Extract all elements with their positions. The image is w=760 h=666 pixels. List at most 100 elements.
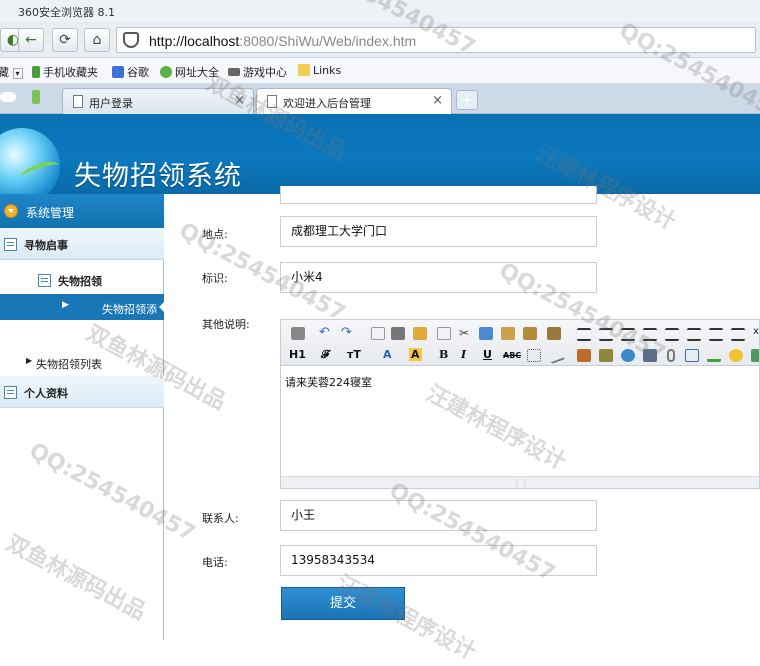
phone-icon bbox=[32, 66, 40, 78]
window-title: 360安全浏览器 8.1 bbox=[18, 6, 115, 19]
new-tab-button[interactable]: + bbox=[456, 90, 478, 110]
back-button[interactable]: ← bbox=[18, 28, 44, 52]
sidebar-group-lost-found[interactable]: 寻物启事 bbox=[0, 228, 164, 260]
subscript-icon[interactable]: x bbox=[753, 326, 759, 339]
italic-button[interactable]: I bbox=[461, 348, 466, 361]
emoticon-icon[interactable] bbox=[729, 349, 743, 362]
list-icon bbox=[4, 238, 17, 251]
rich-text-editor[interactable]: ↶ ↷ ✂ x H1 𝓕 тT A A B I U ABC 请来芙蓉224寝室 … bbox=[280, 319, 760, 489]
print-icon[interactable] bbox=[391, 327, 405, 340]
tab-bar: 用户登录 × 欢迎进入后台管理 × + bbox=[0, 84, 760, 114]
attachment-icon[interactable] bbox=[667, 349, 675, 362]
align-left-icon[interactable] bbox=[577, 328, 591, 341]
window-titlebar: 360安全浏览器 8.1 bbox=[0, 0, 760, 22]
sidebar-group-profile[interactable]: 个人资料 bbox=[0, 376, 164, 408]
document-icon bbox=[267, 95, 277, 108]
bold-button[interactable]: B bbox=[439, 348, 448, 361]
url-input[interactable]: http://localhost:8080/ShiWu/Web/index.ht… bbox=[116, 27, 756, 53]
bookmark-item[interactable]: 谷歌 bbox=[112, 64, 149, 80]
gamepad-icon bbox=[228, 68, 240, 76]
strikethrough-button[interactable]: ABC bbox=[503, 351, 521, 360]
cloud-icon[interactable] bbox=[0, 92, 16, 102]
location-input[interactable]: 成都理工大学门口 bbox=[280, 216, 597, 247]
document-icon bbox=[73, 95, 83, 108]
font-family-select[interactable]: 𝓕 bbox=[321, 348, 329, 362]
phone-input[interactable]: 13958343534 bbox=[280, 545, 597, 576]
bookmark-item[interactable]: Links bbox=[298, 64, 341, 77]
audio-icon[interactable] bbox=[643, 349, 657, 362]
sidebar-item-lost-found-list[interactable]: ▶ 失物招领列表 bbox=[0, 350, 164, 374]
folder-icon bbox=[298, 64, 310, 76]
selection-notch bbox=[159, 301, 165, 313]
paste-word-icon[interactable] bbox=[547, 327, 561, 340]
previous-input-field[interactable] bbox=[280, 186, 597, 204]
address-bar: ◐ ← ⟳ ⌂ http://localhost:8080/ShiWu/Web/… bbox=[0, 22, 760, 58]
collapse-icon[interactable] bbox=[4, 204, 18, 218]
editor-toolbar: ↶ ↷ ✂ x H1 𝓕 тT A A B I U ABC bbox=[281, 320, 759, 366]
undo-icon[interactable]: ↶ bbox=[319, 326, 333, 340]
highlight-color-button[interactable]: A bbox=[409, 348, 422, 361]
sidebar-item-add-lost-found[interactable]: ▶ 失物招领添 bbox=[0, 294, 165, 320]
dropdown-icon[interactable]: ▾ bbox=[12, 68, 23, 79]
contact-input[interactable]: 小王 bbox=[280, 500, 597, 531]
select-all-icon[interactable] bbox=[527, 349, 541, 362]
ordered-list-icon[interactable] bbox=[665, 328, 679, 341]
url-text: http://localhost:8080/ShiWu/Web/index.ht… bbox=[149, 33, 417, 49]
image-icon[interactable] bbox=[577, 349, 591, 362]
font-size-select[interactable]: тT bbox=[347, 348, 361, 361]
align-right-icon[interactable] bbox=[621, 328, 635, 341]
home-button[interactable]: ⌂ bbox=[84, 28, 110, 52]
media-icon[interactable] bbox=[621, 349, 635, 362]
bookmark-item[interactable]: 藏 ▾ bbox=[0, 64, 23, 80]
map-icon[interactable] bbox=[751, 349, 759, 362]
tab-user-login[interactable]: 用户登录 × bbox=[62, 88, 254, 114]
sidebar-section-header[interactable]: 系统管理 bbox=[0, 194, 164, 228]
resize-handle-icon[interactable]: ⋮⋮ bbox=[281, 476, 759, 488]
justify-icon[interactable] bbox=[643, 328, 657, 341]
bookmarks-bar: 藏 ▾ 手机收藏夹 谷歌 网址大全 游戏中心 Links bbox=[0, 58, 760, 84]
eraser-icon[interactable] bbox=[547, 346, 565, 365]
close-tab-icon[interactable]: × bbox=[234, 93, 245, 108]
arrow-right-icon: ▶ bbox=[62, 300, 69, 310]
tab-admin-welcome[interactable]: 欢迎进入后台管理 × bbox=[256, 88, 452, 114]
unordered-list-icon[interactable] bbox=[687, 328, 701, 341]
sidebar-sub-lost-found[interactable]: 失物招领 bbox=[0, 264, 164, 294]
font-color-button[interactable]: A bbox=[383, 348, 392, 361]
globe-icon bbox=[160, 66, 172, 78]
refresh-button[interactable]: ⟳ bbox=[52, 28, 78, 52]
indent-icon[interactable] bbox=[709, 328, 723, 341]
shield-icon[interactable] bbox=[123, 32, 139, 48]
horizontal-rule-icon[interactable] bbox=[707, 349, 721, 362]
submit-button[interactable]: 提交 bbox=[281, 587, 405, 620]
description-label: 其他说明: bbox=[202, 318, 250, 331]
redo-icon[interactable]: ↷ bbox=[341, 326, 355, 340]
cut-icon[interactable]: ✂ bbox=[459, 327, 473, 340]
template-icon[interactable] bbox=[413, 327, 427, 340]
paste-icon[interactable] bbox=[501, 327, 515, 340]
copy-icon[interactable] bbox=[479, 327, 493, 340]
app-title: 失物招领系统 bbox=[74, 161, 242, 192]
arrow-right-icon: ▶ bbox=[26, 356, 33, 365]
sidebar: 系统管理 寻物启事 失物招领 ▶ 失物招领添 ▶ 失物招领列表 个人资料 bbox=[0, 194, 165, 640]
google-icon bbox=[112, 66, 124, 78]
close-tab-icon[interactable]: × bbox=[432, 93, 443, 108]
identifier-input[interactable]: 小米4 bbox=[280, 262, 597, 293]
list-icon bbox=[38, 274, 51, 287]
outdent-icon[interactable] bbox=[731, 328, 745, 341]
identifier-label: 标识: bbox=[202, 272, 228, 285]
heading-select[interactable]: H1 bbox=[289, 348, 306, 361]
bookmark-item[interactable]: 手机收藏夹 bbox=[32, 64, 98, 80]
list-icon bbox=[4, 386, 17, 399]
underline-button[interactable]: U bbox=[483, 348, 492, 361]
flash-icon[interactable] bbox=[599, 349, 613, 362]
paste-text-icon[interactable] bbox=[523, 327, 537, 340]
align-center-icon[interactable] bbox=[599, 328, 613, 341]
bookmark-item[interactable]: 游戏中心 bbox=[228, 64, 287, 80]
editor-content[interactable]: 请来芙蓉224寝室 bbox=[285, 374, 372, 390]
table-icon[interactable] bbox=[685, 349, 699, 362]
source-icon[interactable] bbox=[291, 327, 305, 340]
code-icon[interactable] bbox=[437, 327, 451, 340]
preview-icon[interactable] bbox=[371, 327, 385, 340]
bookmark-item[interactable]: 网址大全 bbox=[160, 64, 219, 80]
phone-icon[interactable] bbox=[32, 90, 40, 104]
